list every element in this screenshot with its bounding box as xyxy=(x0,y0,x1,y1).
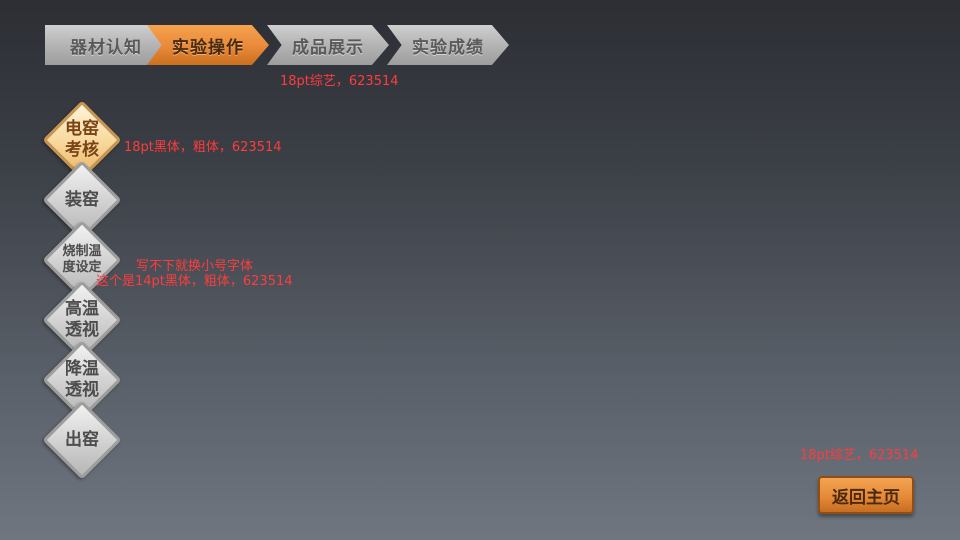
tab-product-display[interactable]: 成品展示 xyxy=(267,25,389,65)
tabs-font-annotation: 18pt综艺，623514 xyxy=(280,74,399,89)
diamond-font-annotation: 18pt黑体，粗体，623514 xyxy=(124,140,282,155)
step-label: 出窑 xyxy=(65,429,99,450)
step-unload-kiln[interactable]: 出窑 xyxy=(42,400,122,480)
small-font-annotation: 写不下就换小号字体 xyxy=(136,259,254,274)
small-font-size-annotation: 这个是14pt黑体，粗体，623514 xyxy=(96,274,293,289)
return-font-annotation: 18pt综艺，623514 xyxy=(800,448,919,463)
step-tab-bar: 器材认知 实验操作 成品展示 实验成绩 xyxy=(45,25,515,65)
tab-experiment-operation[interactable]: 实验操作 xyxy=(147,25,269,65)
tab-experiment-score[interactable]: 实验成绩 xyxy=(387,25,509,65)
tab-label: 实验成绩 xyxy=(412,37,484,58)
return-home-button[interactable]: 返回主页 xyxy=(818,476,914,514)
return-home-label: 返回主页 xyxy=(832,487,900,508)
tab-label: 实验操作 xyxy=(172,37,244,58)
tab-equipment-knowledge[interactable]: 器材认知 xyxy=(45,25,167,65)
tab-label: 成品展示 xyxy=(292,37,364,58)
tab-label: 器材认知 xyxy=(70,37,142,58)
